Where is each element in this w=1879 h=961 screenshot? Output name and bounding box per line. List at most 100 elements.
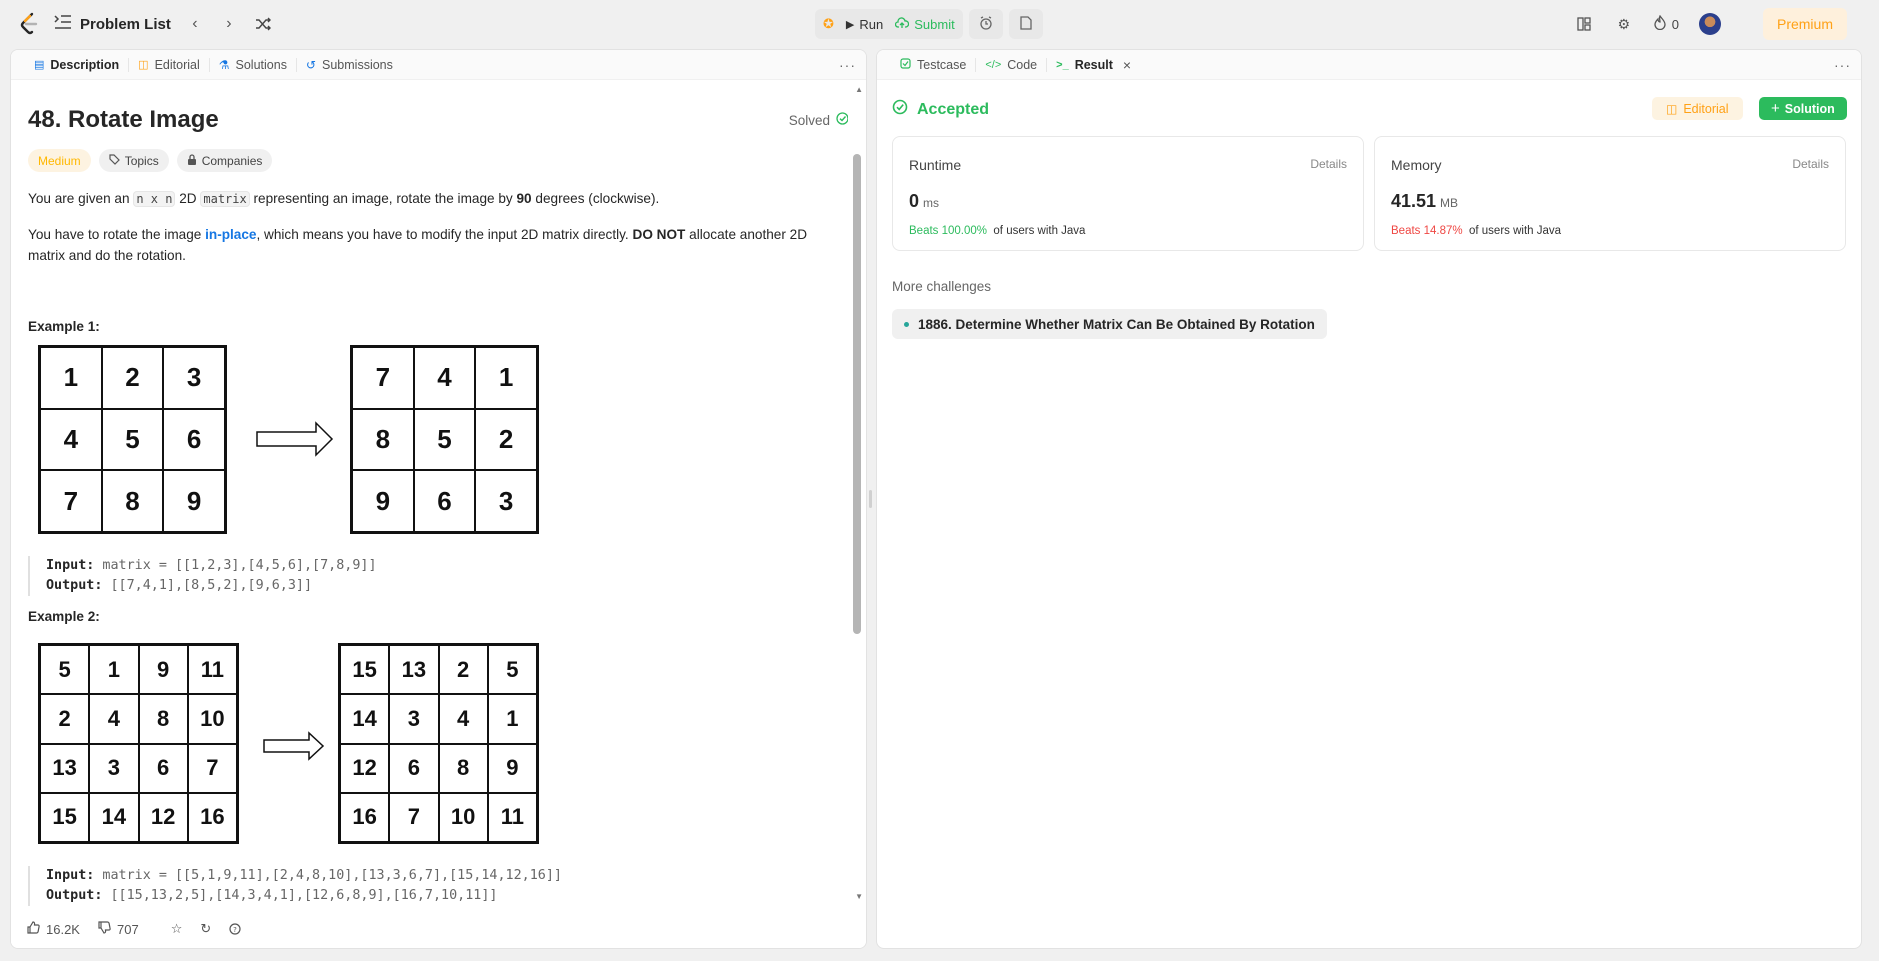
companies-tag[interactable]: Companies — [176, 149, 273, 172]
runtime-card[interactable]: Runtime Details 0 ms Beats 100.00% of use… — [892, 136, 1364, 251]
example-1-output-cell: 5 — [413, 408, 476, 471]
panel-resize-handle[interactable] — [869, 490, 872, 508]
tab-submissions[interactable]: ↺ Submissions — [297, 58, 402, 72]
problem-title[interactable]: 48. Rotate Image — [28, 106, 219, 134]
example-1-input-cell: 9 — [163, 470, 225, 532]
shuffle-icon[interactable] — [253, 14, 273, 34]
example-2-input-cell: 4 — [89, 694, 139, 744]
example-2-title: Example 2: — [28, 609, 100, 624]
like-button[interactable]: 16.2K — [27, 921, 80, 937]
example-2-input-cell: 11 — [187, 645, 237, 695]
streak-counter[interactable]: 0 — [1654, 14, 1679, 33]
accepted-check-icon — [892, 99, 908, 120]
history-icon: ↺ — [305, 57, 317, 72]
example-2-io: Input: matrix = [[5,1,9,11],[2,4,8,10],[… — [28, 866, 562, 906]
challenge-link[interactable]: 1886. Determine Whether Matrix Can Be Ob… — [892, 309, 1327, 339]
example-2-output-cell: 9 — [487, 743, 537, 793]
problem-list-button[interactable]: Problem List — [54, 15, 171, 33]
example-2-output-cell: 4 — [438, 694, 488, 744]
p1-code-nxn: n x n — [133, 191, 176, 207]
add-solution-button[interactable]: + Solution — [1759, 97, 1847, 120]
lock-icon — [187, 153, 197, 168]
example-2-input-cell: 15 — [40, 792, 90, 842]
example-2-input-label: Input: — [46, 868, 95, 883]
layout-icon[interactable] — [1574, 14, 1594, 34]
tab-editorial[interactable]: ◫ Editorial — [129, 57, 210, 72]
problem-list-label: Problem List — [80, 15, 171, 33]
example-2-output-label: Output: — [46, 888, 103, 903]
topics-tag[interactable]: Topics — [98, 149, 169, 172]
tab-result-label: Result — [1074, 57, 1113, 72]
problem-description: 48. Rotate Image Solved Medium Topics Co… — [28, 88, 848, 908]
scroll-down-icon[interactable]: ▼ — [855, 892, 863, 901]
example-2-output-cell: 12 — [340, 743, 390, 793]
more-options-icon[interactable]: ··· — [839, 57, 856, 73]
note-icon — [1020, 15, 1032, 33]
runtime-details-link[interactable]: Details — [1310, 157, 1347, 171]
streak-count: 0 — [1671, 16, 1679, 32]
example-2-input-cell: 12 — [138, 792, 188, 842]
memory-details-link[interactable]: Details — [1792, 157, 1829, 171]
accepted-status: Accepted — [892, 99, 989, 120]
top-bar: Problem List ‹ › ✪ ▶ Run Submit ⚙ 0 Prem… — [0, 0, 1879, 48]
tab-code[interactable]: </> Code — [976, 57, 1048, 72]
tab-solutions[interactable]: ⚗ Solutions — [210, 57, 297, 72]
result-more-options-icon[interactable]: ··· — [1834, 57, 1851, 73]
description-paragraph-1: You are given an n x n 2D matrix represe… — [28, 188, 838, 210]
memory-card[interactable]: Memory Details 41.51 MB Beats 14.87% of u… — [1374, 136, 1846, 251]
tab-description[interactable]: ▤ Description — [25, 57, 130, 72]
tab-result[interactable]: >_ Result × — [1047, 57, 1140, 73]
p1-text-a: You are given an — [28, 191, 134, 206]
example-1-input-cell: 1 — [40, 347, 102, 409]
example-1-title: Example 1: — [28, 319, 100, 334]
close-tab-icon[interactable]: × — [1123, 57, 1131, 73]
p1-text-b: 2D — [175, 191, 201, 206]
timer-button[interactable] — [968, 9, 1003, 39]
next-problem-icon[interactable]: › — [219, 14, 239, 34]
example-2-output-cell: 10 — [438, 792, 488, 842]
example-1-input-label: Input: — [46, 558, 95, 573]
notes-button[interactable] — [1008, 9, 1043, 39]
example-2-input-cell: 10 — [187, 694, 237, 744]
example-1-input-value: matrix = [[1,2,3],[4,5,6],[7,8,9]] — [94, 558, 377, 573]
example-1-output-cell: 1 — [475, 347, 537, 409]
tab-description-label: Description — [50, 57, 120, 72]
dislike-button[interactable]: 707 — [98, 921, 139, 937]
description-scrollbar[interactable] — [853, 154, 861, 634]
description-paragraph-2: You have to rotate the image in-place, w… — [28, 224, 838, 266]
book-open-icon: ◫ — [1666, 101, 1678, 116]
example-2-output-cell: 7 — [389, 792, 439, 842]
companies-label: Companies — [201, 153, 263, 168]
example-2-output-cell: 5 — [487, 645, 537, 695]
settings-gear-icon[interactable]: ⚙ — [1614, 14, 1634, 34]
challenge-label: 1886. Determine Whether Matrix Can Be Ob… — [918, 316, 1315, 332]
p1-bold-90: 90 — [516, 191, 532, 206]
p1-text-d: degrees (clockwise). — [531, 191, 660, 206]
premium-button[interactable]: Premium — [1762, 8, 1847, 40]
tab-testcase[interactable]: Testcase — [891, 57, 977, 72]
editorial-button[interactable]: ◫ Editorial — [1652, 97, 1743, 120]
help-circle-icon[interactable]: ? — [229, 923, 241, 935]
user-avatar[interactable] — [1698, 13, 1721, 35]
submit-button[interactable]: Submit — [895, 17, 955, 32]
example-1-input-cell: 7 — [40, 470, 102, 532]
debug-icon[interactable]: ✪ — [823, 16, 834, 32]
example-1-output-cell: 4 — [413, 347, 476, 409]
memory-number: 41.51 — [1391, 191, 1437, 211]
favorite-star-icon[interactable]: ☆ — [171, 921, 183, 937]
refresh-icon[interactable]: ↻ — [200, 921, 211, 937]
runtime-value: 0 ms — [909, 191, 939, 212]
description-icon: ▤ — [34, 59, 45, 71]
in-place-link[interactable]: in-place — [205, 227, 256, 242]
example-2-output-cell: 14 — [340, 694, 390, 744]
example-1-input-cell: 2 — [101, 347, 164, 409]
top-bar-right: ⚙ 0 Premium — [1574, 8, 1847, 40]
scroll-up-icon[interactable]: ▲ — [855, 85, 863, 94]
run-button[interactable]: ▶ Run — [846, 17, 883, 32]
example-2-output-cell: 11 — [487, 792, 537, 842]
example-1-input-cell: 6 — [163, 408, 225, 471]
leetcode-logo-icon[interactable] — [18, 11, 40, 37]
solved-status: Solved — [789, 112, 848, 128]
prev-problem-icon[interactable]: ‹ — [185, 14, 205, 34]
example-2-output-cell: 2 — [438, 645, 488, 695]
